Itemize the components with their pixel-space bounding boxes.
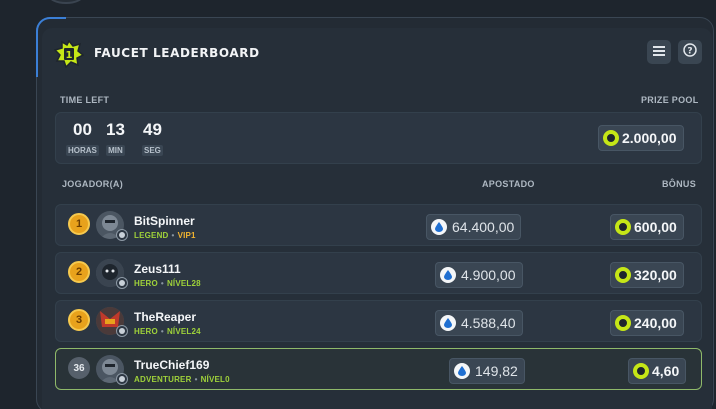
minutes-value: 13 (106, 120, 125, 139)
prize-pool-value: 2.000,00 (622, 130, 677, 146)
drop-icon (440, 267, 456, 283)
rank-medal: 2 (68, 261, 90, 283)
level-label: NÍVEL0 (200, 375, 230, 384)
timer-seconds: 49 SEG (142, 120, 163, 158)
bonus-amount: 4,60 (628, 358, 687, 384)
tier-label: HERO (134, 327, 158, 336)
prize-pool-amount: 2.000,00 (598, 125, 684, 151)
player-name[interactable]: TheReaper (134, 310, 196, 324)
tier-badge-icon (116, 277, 128, 289)
staked-value: 4.900,00 (461, 267, 516, 283)
bonus-amount: 240,00 (610, 310, 684, 336)
staked-value: 64.400,00 (452, 219, 515, 235)
rank-badge: 36 (68, 357, 90, 379)
leaderboard-title: FAUCET LEADERBOARD (94, 46, 260, 60)
coin-icon (615, 267, 631, 283)
col-staked: APOSTADO (482, 179, 535, 189)
leaderboard-row[interactable]: 1 BitSpinner LEGEND • VIP1 (55, 204, 702, 246)
player-tier: LEGEND • VIP1 (134, 231, 196, 240)
rank-medal: 3 (68, 309, 90, 331)
tier-label: ADVENTURER (134, 375, 192, 384)
timer-minutes: 13 MIN (106, 120, 125, 158)
coin-icon (633, 363, 649, 379)
tier-separator: • (160, 279, 164, 288)
level-label: VIP1 (177, 231, 196, 240)
staked-amount: 149,82 (449, 358, 525, 384)
bonus-value: 320,00 (634, 267, 677, 283)
coin-icon (615, 315, 631, 331)
list-button[interactable] (647, 40, 671, 64)
col-bonus: BÔNUS (662, 179, 697, 189)
tier-badge-icon (116, 373, 128, 385)
leaderboard-row-current-user[interactable]: 36 TrueChief169 ADVENTURER • NÍVEL0 (55, 348, 702, 390)
help-button[interactable]: ? (678, 40, 702, 64)
staked-amount: 64.400,00 (426, 214, 522, 240)
hours-value: 00 (72, 120, 92, 139)
timer-hours: 00 HORAS (66, 120, 99, 158)
player-name[interactable]: TrueChief169 (134, 358, 209, 372)
minutes-label: MIN (106, 145, 125, 156)
tier-separator: • (194, 375, 198, 384)
list-icon (653, 43, 665, 61)
tier-label: HERO (134, 279, 158, 288)
tier-badge-icon (116, 325, 128, 337)
bonus-value: 4,60 (652, 363, 680, 379)
hours-label: HORAS (66, 145, 99, 156)
prize-pool-label: PRIZE POOL (641, 95, 699, 105)
level-label: NÍVEL28 (166, 279, 201, 288)
level-label: NÍVEL24 (166, 327, 201, 336)
coin-icon (603, 130, 619, 146)
drop-icon (440, 315, 456, 331)
svg-text:?: ? (687, 46, 692, 56)
staked-amount: 4.900,00 (435, 262, 523, 288)
tier-badge-icon (116, 229, 128, 241)
bonus-amount: 600,00 (610, 214, 684, 240)
bonus-value: 240,00 (634, 315, 677, 331)
player-tier: HERO • NÍVEL24 (134, 327, 201, 336)
tier-separator: • (171, 231, 175, 240)
player-tier: HERO • NÍVEL28 (134, 279, 201, 288)
player-name[interactable]: Zeus111 (134, 262, 181, 276)
drop-icon (454, 363, 470, 379)
staked-value: 4.588,40 (461, 315, 516, 331)
drop-icon (431, 219, 447, 235)
seconds-label: SEG (142, 145, 163, 156)
rank-medal: 1 (68, 213, 90, 235)
tier-separator: • (160, 327, 164, 336)
time-left-label: TIME LEFT (60, 95, 110, 105)
coin-icon (615, 219, 631, 235)
staked-value: 149,82 (475, 363, 518, 379)
player-tier: ADVENTURER • NÍVEL0 (134, 375, 230, 384)
question-icon: ? (683, 42, 697, 62)
seconds-value: 49 (142, 120, 162, 139)
tier-label: LEGEND (134, 231, 169, 240)
bonus-value: 600,00 (634, 219, 677, 235)
col-player: JOGADOR(A) (62, 179, 123, 189)
svg-text:1: 1 (66, 50, 73, 61)
top-decoration (48, 0, 84, 4)
leaderboard-row[interactable]: 3 TheReaper HERO • NÍVEL24 (55, 300, 702, 342)
player-name[interactable]: BitSpinner (134, 214, 195, 228)
staked-amount: 4.588,40 (435, 310, 523, 336)
trophy-1-icon: 1 (53, 39, 85, 69)
leaderboard-row[interactable]: 2 Zeus111 HERO • NÍVEL28 (55, 252, 702, 294)
bonus-amount: 320,00 (610, 262, 684, 288)
